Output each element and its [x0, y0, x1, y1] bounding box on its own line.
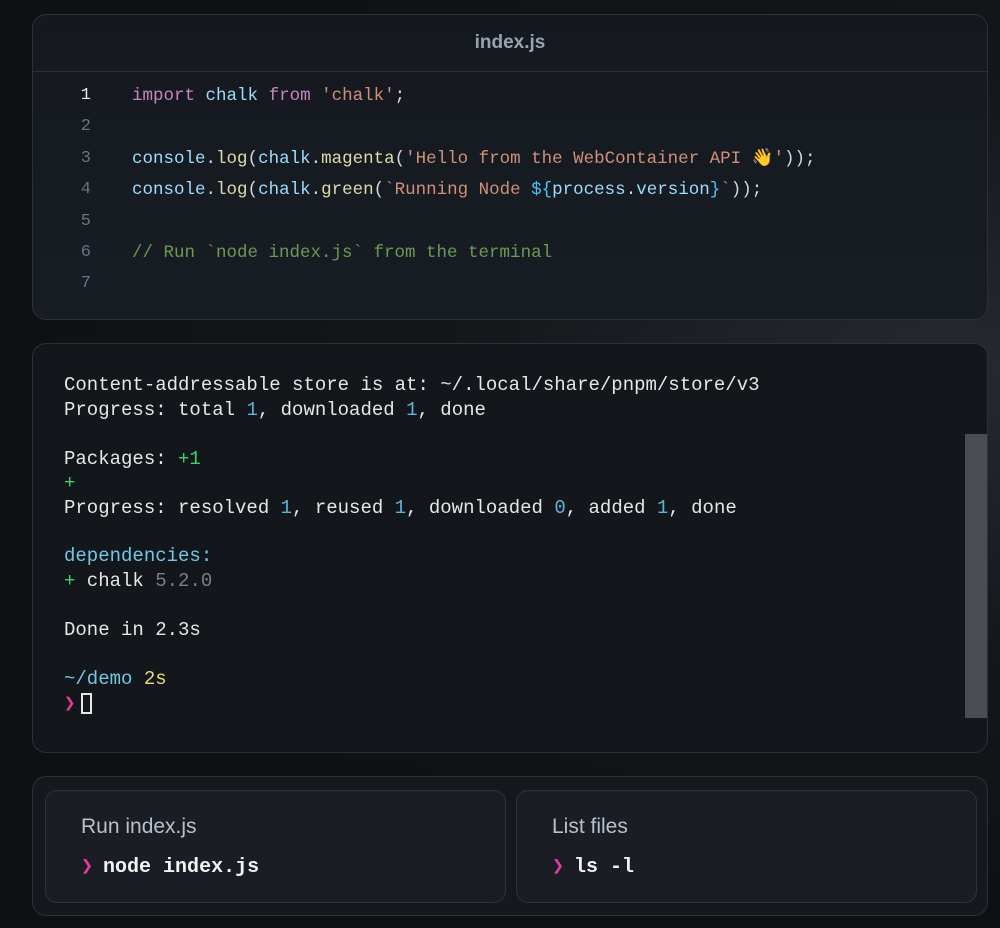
- code-token: ));: [783, 148, 816, 169]
- code-token: (: [394, 148, 406, 169]
- code-token: // Run `node index.js` from the terminal: [132, 242, 553, 263]
- code-line[interactable]: 6 // Run `node index.js` from the termina…: [33, 237, 987, 268]
- line-number: 7: [80, 274, 91, 294]
- code-token: `: [720, 179, 731, 200]
- terminal-line-done: Done in 2.3s: [64, 619, 201, 641]
- code-token: console: [132, 148, 206, 169]
- editor-tab-filename[interactable]: index.js: [33, 15, 987, 72]
- line-number: 1: [80, 86, 91, 105]
- prompt-chevron-icon: ❯: [552, 856, 565, 879]
- terminal-scrollbar[interactable]: [965, 434, 987, 718]
- code-line[interactable]: 7: [33, 268, 987, 299]
- code-token: .: [310, 179, 322, 200]
- code-token: .: [625, 179, 637, 200]
- code-token: .: [205, 148, 217, 169]
- terminal-line-dependency: + chalk 5.2.0: [64, 570, 213, 592]
- prompt-chevron-icon: ❯: [64, 693, 76, 715]
- code-token: (: [247, 148, 259, 169]
- line-number: 5: [80, 211, 91, 231]
- code-token: version: [636, 179, 710, 200]
- terminal-line-store: Content-addressable store is at: ~/.loca…: [64, 374, 760, 396]
- code-token: 'chalk': [321, 85, 395, 106]
- code-line[interactable]: 1 import chalk from 'chalk';: [33, 80, 987, 111]
- code-line[interactable]: 3 console.log(chalk.magenta('Hello from t…: [33, 143, 987, 174]
- run-index-command: ❯ node index.js: [81, 856, 260, 879]
- run-index-button[interactable]: Run index.js ❯ node index.js: [45, 790, 506, 903]
- code-token: (: [373, 179, 385, 200]
- list-files-title: List files: [552, 815, 628, 838]
- code-text: // Run `node index.js` from the terminal: [132, 243, 552, 263]
- terminal-line-progress-total: Progress: total 1, downloaded 1, done: [64, 399, 486, 421]
- code-line[interactable]: 2: [33, 111, 987, 142]
- code-token: process: [552, 179, 626, 200]
- list-files-command: ❯ ls -l: [552, 856, 635, 879]
- terminal-line-plus-bar: +: [64, 472, 76, 494]
- terminal-line-deps-header: dependencies:: [64, 545, 213, 567]
- terminal-prompt-info: ~/demo 2s: [64, 668, 167, 690]
- terminal-input-line[interactable]: ❯: [64, 692, 93, 716]
- code-token: }: [709, 179, 721, 200]
- terminal-line-progress-resolved: Progress: resolved 1, reused 1, download…: [64, 497, 737, 519]
- code-token: import: [132, 85, 196, 106]
- code-token: ;: [394, 85, 406, 106]
- code-editor[interactable]: index.js 1 import chalk from 'chalk'; 2 3 co…: [32, 14, 988, 320]
- code-token: console: [132, 179, 206, 200]
- code-text: import chalk from 'chalk';: [132, 86, 405, 106]
- code-token: 'Hello from the WebContainer API 👋': [405, 148, 784, 169]
- code-token: chalk: [258, 179, 311, 200]
- terminal-line-packages: Packages: +1: [64, 448, 201, 470]
- code-line[interactable]: 4 console.log(chalk.green(`Running Node $…: [33, 174, 987, 205]
- code-line[interactable]: 5: [33, 206, 987, 237]
- code-token: `Running Node: [384, 179, 532, 200]
- list-files-button[interactable]: List files ❯ ls -l: [516, 790, 977, 903]
- code-token: magenta: [321, 148, 395, 169]
- line-number: 2: [80, 117, 91, 137]
- code-token: chalk: [205, 85, 259, 106]
- code-token: ));: [730, 179, 763, 200]
- line-number: 3: [80, 148, 91, 168]
- code-token: green: [321, 179, 374, 200]
- code-token: .: [205, 179, 217, 200]
- command-shortcuts: Run index.js ❯ node index.js List files ❯…: [32, 776, 988, 916]
- code-token: from: [268, 85, 311, 106]
- code-token: (: [247, 179, 259, 200]
- code-token: log: [216, 148, 248, 169]
- code-token: chalk: [258, 148, 311, 169]
- code-token: ${: [531, 179, 553, 200]
- run-index-title: Run index.js: [81, 815, 197, 838]
- line-number: 6: [80, 243, 91, 262]
- code-token: log: [216, 179, 248, 200]
- prompt-chevron-icon: ❯: [81, 856, 94, 879]
- terminal-cursor: [81, 693, 93, 715]
- line-number: 4: [80, 180, 91, 200]
- code-text: console.log(chalk.green(`Running Node ${…: [132, 180, 762, 200]
- terminal[interactable]: Content-addressable store is at: ~/.loca…: [32, 343, 988, 753]
- code-token: .: [310, 148, 322, 169]
- code-text: console.log(chalk.magenta('Hello from th…: [132, 148, 816, 169]
